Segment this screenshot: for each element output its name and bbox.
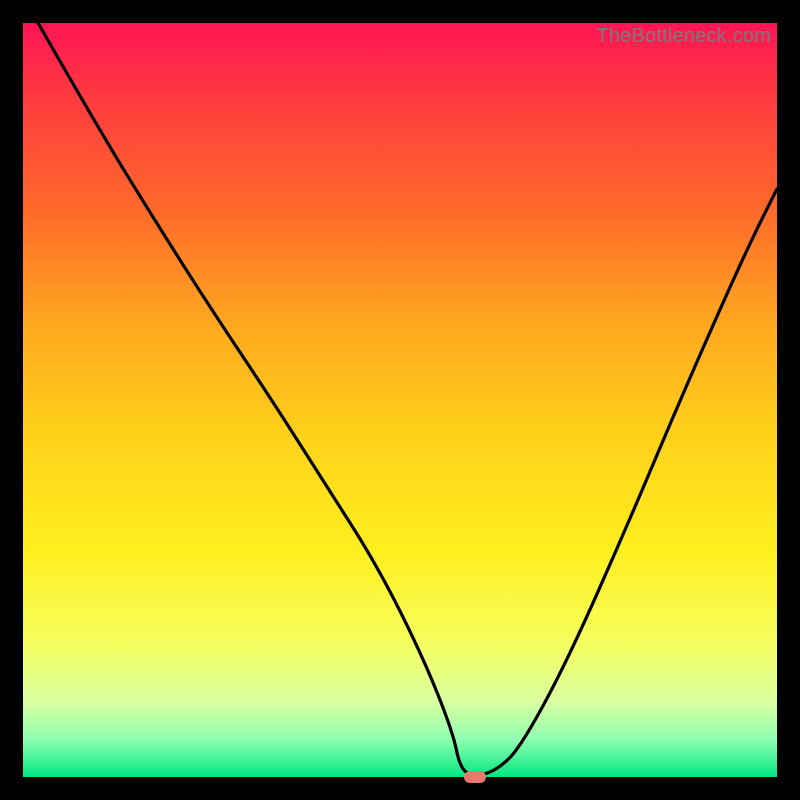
chart-container: TheBottleneck.com [0,0,800,800]
bottleneck-curve [23,23,777,777]
plot-area: TheBottleneck.com [23,23,777,777]
optimal-marker [464,771,486,783]
